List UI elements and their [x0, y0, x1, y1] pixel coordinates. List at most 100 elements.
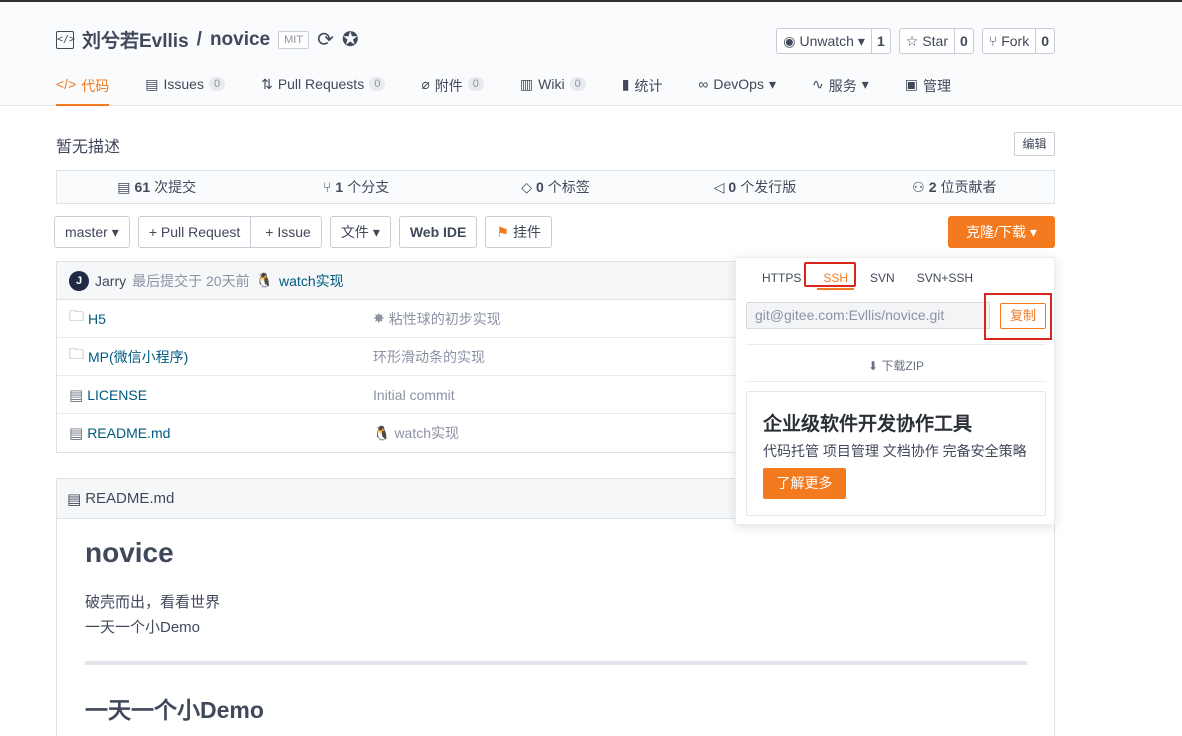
- file-message: Initial commit: [373, 386, 455, 403]
- protocol-tab-svn-ssh[interactable]: SVN+SSH: [911, 266, 979, 290]
- star-count[interactable]: 0: [954, 29, 973, 53]
- stat-number: 0: [728, 179, 737, 195]
- file-message: 粘性球的初步实现: [388, 310, 501, 327]
- files-dropdown[interactable]: 文件 ▾: [329, 216, 391, 248]
- tab-label: Pull Requests: [277, 76, 365, 92]
- ssh-highlight-box: [804, 262, 856, 287]
- tab-code[interactable]: </> 代码: [56, 70, 110, 106]
- fork-button[interactable]: ⑂ Fork 0: [981, 28, 1055, 54]
- repo-code-icon: </>: [56, 30, 75, 49]
- tab-devops[interactable]: ∞ DevOps ▾: [698, 70, 776, 106]
- stat-text: 个分支: [347, 179, 390, 195]
- web-ide-button[interactable]: Web IDE: [398, 216, 478, 248]
- repo-stats-bar: ▤ 61 次提交 ⑂ 1 个分支 ◇ 0 个标签 ◁ 0 个发行版 ⚇ 2 位贡…: [56, 170, 1055, 204]
- file-name-link[interactable]: 🗀 MP(微信小程序): [69, 344, 188, 369]
- readme-heading-2: 一天一个小Demo: [85, 697, 264, 723]
- stat-text: 个发行版: [740, 179, 797, 195]
- caret-down-icon: ▾: [1029, 224, 1037, 240]
- download-zip-link[interactable]: ⬇ 下载ZIP: [736, 357, 1056, 374]
- file-message: watch实现: [394, 425, 460, 441]
- tab-stats[interactable]: ▮ 统计: [622, 70, 663, 106]
- promo-subtitle: 代码托管 项目管理 文档协作 完备安全策略: [763, 443, 1027, 459]
- edit-description-button[interactable]: 编辑: [1014, 132, 1055, 156]
- learn-more-button[interactable]: 了解更多: [763, 468, 846, 499]
- stat-text: 次提交: [154, 179, 197, 195]
- tab-issues[interactable]: ▤ Issues 0: [145, 70, 226, 106]
- star-label: Star: [922, 33, 948, 49]
- stat-number: 0: [536, 179, 544, 195]
- readme-line-1: 破壳而出，看看世界: [85, 594, 221, 611]
- file-icon: ▤: [69, 425, 84, 442]
- tab-label: 代码: [81, 78, 110, 94]
- attachment-icon: ⌀: [421, 76, 430, 92]
- tab-label: 附件: [434, 78, 463, 94]
- eye-icon: ◉: [783, 33, 796, 49]
- file-name-link[interactable]: ▤ README.md: [69, 424, 170, 442]
- stat-branches[interactable]: ⑂ 1 个分支: [256, 171, 455, 203]
- repo-owner-link[interactable]: 刘兮若Evllis: [82, 26, 189, 53]
- folder-icon: 🗀: [69, 308, 85, 325]
- penguin-icon: 🐧: [373, 424, 391, 441]
- file-name-link[interactable]: ▤ LICENSE: [69, 386, 147, 404]
- branch-select[interactable]: master ▾: [54, 216, 130, 248]
- avatar[interactable]: J: [69, 270, 89, 291]
- clone-url-input[interactable]: git@gitee.com:Evllis/novice.git: [746, 302, 990, 329]
- file-commit-message[interactable]: Initial commit: [373, 387, 455, 403]
- tab-pull-requests[interactable]: ⇅ Pull Requests 0: [261, 70, 386, 106]
- issues-icon: ▤: [145, 76, 159, 92]
- star-button[interactable]: ☆ Star 0: [898, 28, 974, 54]
- file-name: LICENSE: [87, 386, 148, 403]
- branch-name: master: [65, 224, 108, 240]
- download-zip-label: 下载ZIP: [881, 359, 925, 373]
- tab-attachments[interactable]: ⌀ 附件 0: [421, 70, 484, 106]
- repo-name-link[interactable]: novice: [210, 29, 270, 51]
- file-commit-message[interactable]: 环形滑动条的实现: [373, 347, 485, 367]
- license-badge[interactable]: MIT: [278, 30, 310, 49]
- tab-badge: 0: [369, 77, 386, 91]
- divider: [746, 381, 1046, 382]
- tab-wiki[interactable]: ▥ Wiki 0: [520, 70, 586, 106]
- stat-text: 位贡献者: [940, 179, 997, 195]
- watch-count[interactable]: 1: [870, 29, 890, 53]
- new-pull-request-button[interactable]: + Pull Request: [139, 217, 252, 247]
- protocol-tab-https[interactable]: HTTPS: [756, 266, 807, 290]
- stat-releases[interactable]: ◁ 0 个发行版: [655, 171, 854, 203]
- repo-toolbar: master ▾ + Pull Request + Issue 文件 ▾ Web…: [54, 216, 552, 248]
- fork-count[interactable]: 0: [1035, 29, 1054, 53]
- file-message: 环形滑动条的实现: [373, 348, 485, 365]
- stat-tags[interactable]: ◇ 0 个标签: [456, 171, 655, 203]
- files-label: 文件: [340, 224, 369, 240]
- sync-icon[interactable]: ⟳: [317, 27, 334, 52]
- watch-button[interactable]: ◉ Unwatch ▾ 1: [776, 28, 891, 54]
- stats-icon: ▮: [621, 76, 630, 92]
- widget-button[interactable]: ⚑ 挂件: [485, 216, 552, 248]
- divider: [746, 344, 1046, 345]
- service-icon: ∿: [812, 76, 824, 92]
- tab-service[interactable]: ∿ 服务 ▾: [812, 70, 869, 106]
- caret-down-icon: ▾: [857, 33, 865, 49]
- file-commit-message[interactable]: ✸ 粘性球的初步实现: [373, 309, 501, 329]
- repo-separator: /: [196, 28, 202, 50]
- manage-icon: ▣: [904, 76, 918, 92]
- stat-commits[interactable]: ▤ 61 次提交: [57, 171, 256, 203]
- file-commit-message[interactable]: 🐧 watch实现: [373, 423, 459, 443]
- repo-header: </> 刘兮若Evllis / novice MIT ⟳ ✪ ◉ Unwatch ▾…: [0, 2, 1182, 106]
- tab-badge: 0: [467, 77, 484, 91]
- tab-label: Issues: [163, 76, 204, 92]
- promo-title: 企业级软件开发协作工具: [763, 414, 973, 435]
- branch-icon: ⑂: [323, 179, 332, 195]
- fork-label: Fork: [1001, 33, 1030, 49]
- file-name: MP(微信小程序): [88, 348, 189, 365]
- readme-title: novice: [85, 537, 174, 568]
- commit-author[interactable]: Jarry: [95, 273, 126, 289]
- stat-contributors[interactable]: ⚇ 2 位贡献者: [855, 171, 1054, 203]
- clone-download-button[interactable]: 克隆/下载 ▾: [948, 216, 1055, 248]
- new-issue-button[interactable]: + Issue: [255, 217, 321, 247]
- protocol-tab-svn[interactable]: SVN: [864, 266, 901, 290]
- award-icon[interactable]: ✪: [342, 27, 359, 52]
- readme-filename: README.md: [85, 490, 175, 507]
- caret-down-icon: ▾: [861, 76, 869, 92]
- commit-message-link[interactable]: watch实现: [279, 271, 344, 291]
- tab-manage[interactable]: ▣ 管理: [905, 70, 951, 106]
- file-name-link[interactable]: 🗀 H5: [69, 306, 106, 331]
